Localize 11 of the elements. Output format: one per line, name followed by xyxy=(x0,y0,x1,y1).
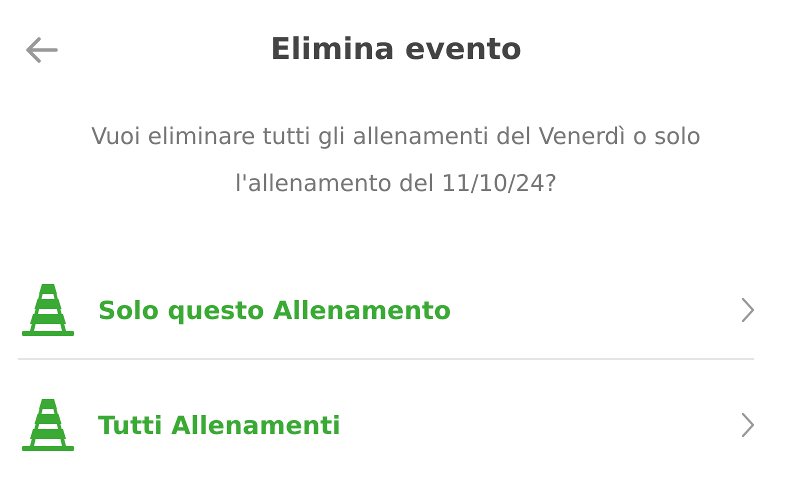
option-row[interactable]: Tutti Allenamenti xyxy=(0,360,792,490)
question-text: Vuoi eliminare tutti gli allenamenti del Venerdì o solo l'allenamento del 11/10/24? xyxy=(90,123,702,199)
back-arrow-icon xyxy=(24,36,58,64)
cone-icon xyxy=(20,282,76,338)
option-label: Tutti Allenamenti xyxy=(98,410,342,440)
chevron-right-icon xyxy=(740,296,756,324)
cone-icon xyxy=(20,397,76,453)
option-label: Solo questo Allenamento xyxy=(98,296,452,324)
chevron-right-icon xyxy=(740,411,756,439)
option-row[interactable]: Solo questo Allenamento xyxy=(0,262,792,358)
screen-title: Elimina evento xyxy=(270,32,522,66)
